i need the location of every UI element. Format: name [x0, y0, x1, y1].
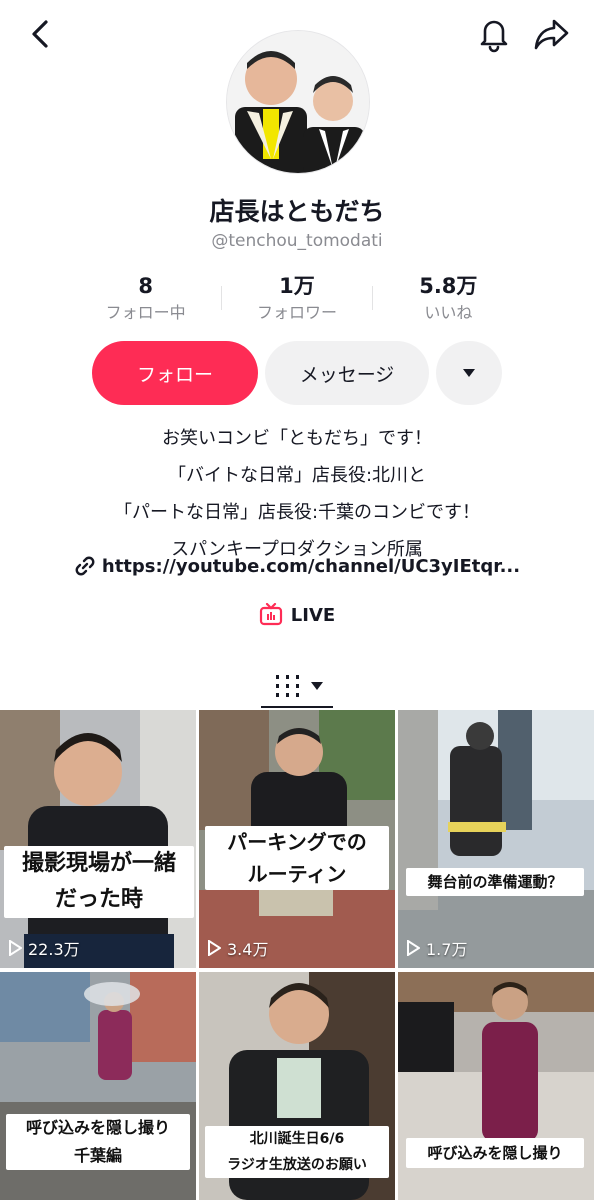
video-tile[interactable]: パーキングでの ルーティン 3.4万 [199, 710, 395, 968]
more-options-button[interactable] [436, 341, 502, 405]
stat-likes-label: いいね [424, 303, 473, 322]
video-views-text: 1.7万 [426, 940, 468, 959]
grid-icon [276, 675, 299, 697]
back-button[interactable] [22, 14, 58, 54]
video-caption: 呼び込みを隠し撮り [406, 1138, 584, 1168]
stat-divider [221, 286, 222, 310]
profile-bio: お笑いコンビ「ともだち」です！ 「バイトな日常」店長役:北川と 「パートな日常」… [0, 420, 594, 568]
video-caption: 北川誕生日6/6 ラジオ生放送のお願い [205, 1126, 389, 1178]
stat-following[interactable]: 8 フォロー中 [70, 270, 221, 330]
active-tab-indicator [261, 706, 333, 708]
live-button[interactable]: LIVE [0, 603, 594, 627]
tab-videos-grid[interactable] [261, 666, 337, 706]
live-label: LIVE [290, 604, 336, 626]
video-view-count: 22.3万 [8, 936, 80, 960]
video-caption: パーキングでの ルーティン [205, 826, 389, 890]
video-tile[interactable]: 撮影現場が一緒 だった時 22.3万 [0, 710, 196, 968]
video-tile[interactable]: 北川誕生日6/6 ラジオ生放送のお願い [199, 972, 395, 1200]
follow-button[interactable]: フォロー [92, 341, 258, 405]
share-arrow-icon [534, 19, 569, 50]
video-views-text: 3.4万 [227, 940, 269, 959]
notification-bell-button[interactable] [474, 12, 514, 56]
bio-line: 「パートな日常」店長役:千葉のコンビです！ [113, 502, 481, 523]
stat-likes[interactable]: 5.8万 いいね [373, 270, 524, 330]
stat-following-label: フォロー中 [105, 303, 186, 322]
play-icon [407, 940, 420, 956]
live-tv-icon [259, 603, 282, 626]
profile-stats: 8 フォロー中 1万 フォロワー 5.8万 いいね [70, 270, 524, 330]
avatar-photo [227, 31, 369, 173]
profile-link[interactable]: https://youtube.com/channel/UC3yIEtqr... [0, 555, 594, 577]
stat-likes-value: 5.8万 [419, 274, 478, 298]
triangle-down-icon [311, 682, 323, 690]
stat-following-value: 8 [138, 274, 153, 298]
profile-handle: @tenchou_tomodati [211, 231, 383, 251]
video-grid: 撮影現場が一緒 だった時 22.3万 パーキングでの ルーティン 3.4万 舞台… [0, 710, 594, 1200]
video-tile[interactable]: 呼び込みを隠し撮り [398, 972, 594, 1200]
video-tile[interactable]: 舞台前の準備運動？ 1.7万 [398, 710, 594, 968]
bio-line: お笑いコンビ「ともだち」です！ [162, 428, 432, 449]
profile-name: 店長はともだち [209, 197, 385, 226]
video-view-count: 1.7万 [406, 936, 467, 960]
message-button[interactable]: メッセージ [265, 341, 429, 405]
profile-avatar[interactable] [226, 30, 370, 174]
bell-icon [480, 20, 508, 53]
video-caption: 舞台前の準備運動？ [406, 868, 584, 896]
play-icon [9, 940, 22, 956]
triangle-down-icon [463, 369, 475, 377]
profile-link-text: https://youtube.com/channel/UC3yIEtqr... [101, 555, 521, 577]
video-caption: 撮影現場が一緒 だった時 [4, 846, 194, 918]
stat-followers-value: 1万 [279, 274, 315, 298]
video-thumbnail [0, 710, 196, 968]
video-caption: 呼び込みを隠し撮り 千葉編 [6, 1114, 190, 1170]
video-view-count: 3.4万 [207, 936, 268, 960]
play-icon [208, 940, 221, 956]
content-tab-bar [0, 660, 594, 710]
video-tile[interactable]: 呼び込みを隠し撮り 千葉編 [0, 972, 196, 1200]
stat-followers[interactable]: 1万 フォロワー [221, 270, 372, 330]
chevron-left-icon [32, 20, 48, 48]
bio-line: 「バイトな日常」店長役:北川と [167, 465, 427, 486]
video-views-text: 22.3万 [28, 940, 80, 959]
stat-divider [372, 286, 373, 310]
link-icon [75, 556, 95, 576]
video-thumbnail [398, 710, 594, 968]
share-button[interactable] [530, 12, 574, 56]
stat-followers-label: フォロワー [256, 303, 337, 322]
